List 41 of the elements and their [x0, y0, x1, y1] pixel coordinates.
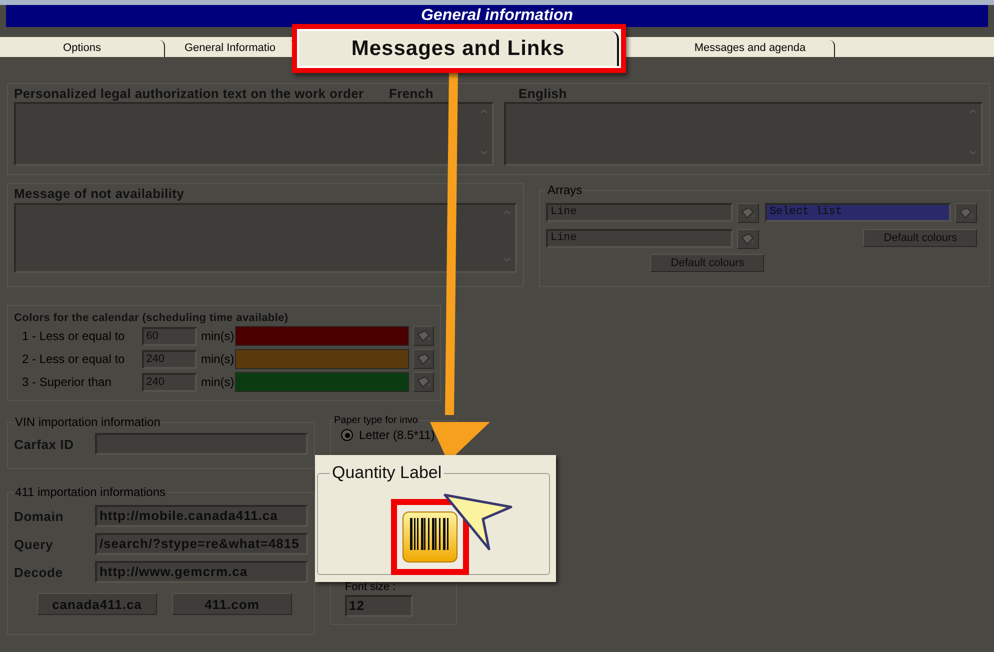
column-label: English [518, 86, 567, 101]
cursor-icon [443, 491, 515, 553]
text-area[interactable] [504, 102, 983, 166]
color-picker-button[interactable] [955, 203, 978, 223]
group-title: Paper type for invo [333, 415, 419, 426]
color-picker-button[interactable] [413, 372, 434, 392]
field-label: Domain [14, 508, 64, 524]
unit-label: min(s) [200, 352, 231, 366]
scrollbar-icon [968, 107, 978, 157]
unit-label: min(s) [200, 375, 231, 389]
color-picker-button[interactable] [737, 229, 760, 249]
color-picker-button[interactable] [413, 349, 434, 369]
section-title: Personalized legal authorization text on the work order [14, 86, 364, 101]
group-title: VIN importation information [14, 415, 162, 429]
column-label: French [388, 86, 434, 101]
window-title: General information [420, 7, 574, 25]
group-title: Arrays [546, 183, 584, 197]
row-label: 2 - Less or equal to [21, 352, 126, 366]
row-label: 1 - Less or equal to [21, 329, 126, 343]
section-title: Message of not availability [14, 186, 186, 201]
text-area[interactable] [14, 203, 518, 273]
scrollbar-icon [502, 208, 512, 264]
group-title: 411 importation informations [14, 485, 167, 499]
field-label: Carfax ID [14, 436, 75, 452]
text-area[interactable] [14, 102, 494, 166]
unit-label: min(s) [200, 329, 231, 343]
tab-label: Messages and Links [351, 36, 565, 60]
color-picker-button[interactable] [737, 203, 760, 223]
field-label: Font size : [345, 581, 397, 593]
section-title: Colors for the calendar (scheduling time available) [14, 312, 288, 324]
radio-button[interactable] [341, 429, 353, 441]
group-title: Quantity Label [331, 463, 443, 483]
scrollbar-icon [478, 107, 488, 157]
field-label: Query [14, 536, 54, 552]
text-field[interactable] [95, 433, 308, 455]
select-list-field[interactable]: Select list [765, 203, 952, 222]
row-label: 3 - Superior than [21, 375, 112, 389]
barcode-icon[interactable] [402, 511, 458, 563]
field-label: Decode [14, 564, 64, 580]
option-label: Letter (8.5*11) [359, 428, 435, 442]
color-picker-button[interactable] [413, 326, 434, 346]
